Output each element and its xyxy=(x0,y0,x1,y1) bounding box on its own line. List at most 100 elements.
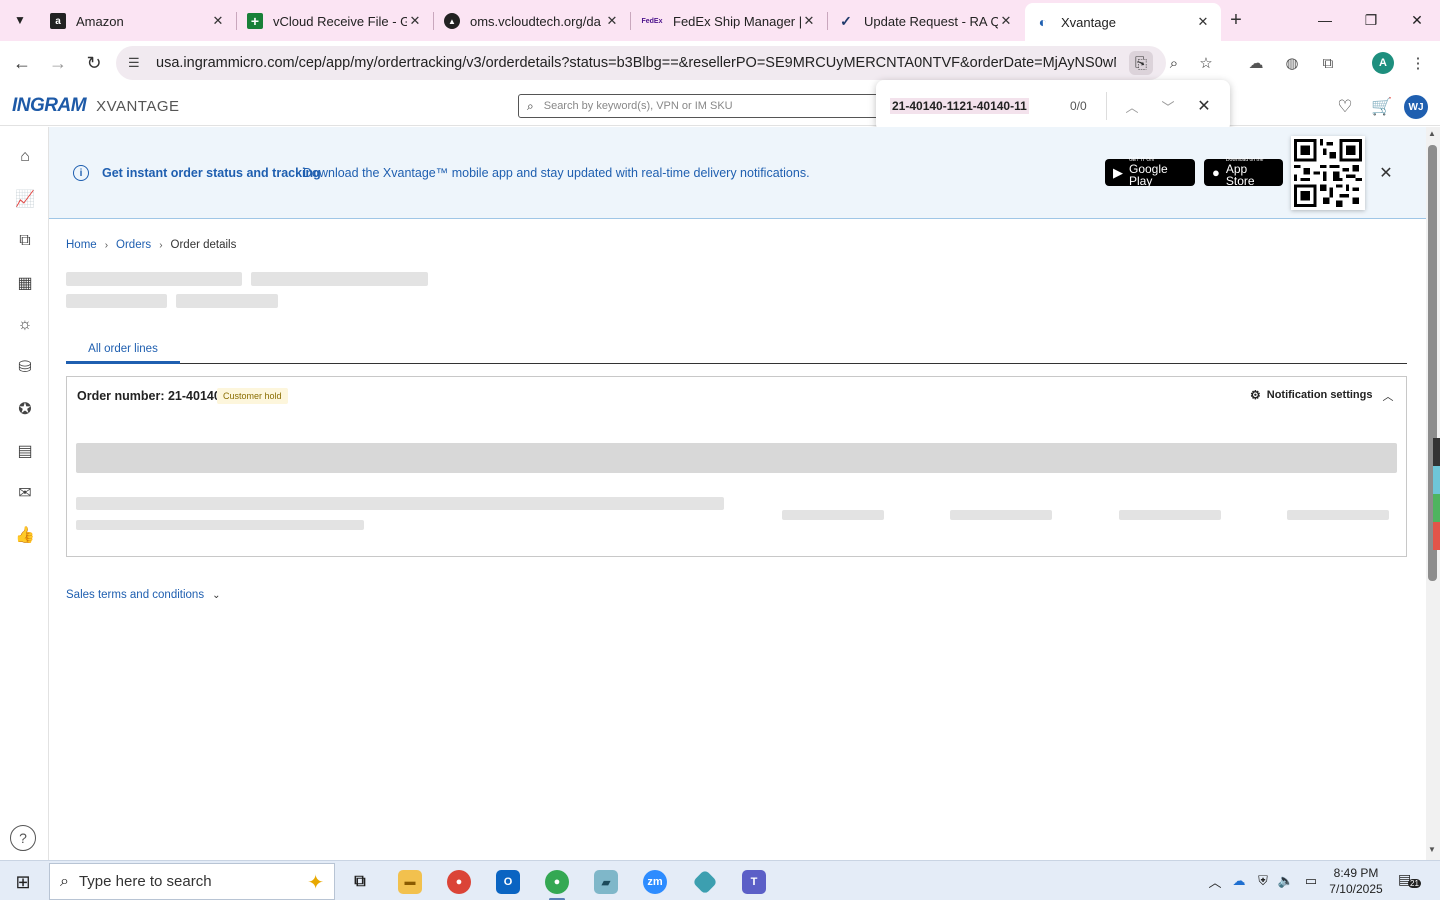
notification-center-icon[interactable]: ▤ 21 xyxy=(1398,871,1421,891)
windows-start-icon[interactable]: ⊞ xyxy=(12,871,34,893)
inbox-icon[interactable]: ✉ xyxy=(13,481,37,505)
google-play-badge[interactable]: ▶ GET IT ON Google Play xyxy=(1105,158,1195,187)
minimize-window-icon[interactable]: — xyxy=(1302,6,1348,34)
loading-skeleton xyxy=(176,294,278,308)
analytics-chart-icon[interactable]: 📈 xyxy=(13,187,37,211)
forward-arrow-icon[interactable]: → xyxy=(44,49,72,77)
outlook-icon[interactable]: O xyxy=(491,865,525,899)
browser-toolbar: ← → ↻ ☰ usa.ingrammicro.com/cep/app/my/o… xyxy=(0,41,1440,86)
loading-skeleton xyxy=(76,520,364,530)
tab-title: Amazon xyxy=(76,13,124,29)
browser-tab-oms[interactable]: ▲ oms.vcloudtech.org/da ✕ xyxy=(434,6,630,36)
url-text[interactable]: usa.ingrammicro.com/cep/app/my/ordertrac… xyxy=(156,55,1116,71)
reload-icon[interactable]: ↻ xyxy=(80,49,108,77)
loading-skeleton xyxy=(782,510,884,520)
task-view-icon[interactable]: ⧉ xyxy=(343,865,377,899)
taskbar-search-input[interactable]: ⌕ Type here to search ✦ xyxy=(49,863,335,900)
orders-grid-icon[interactable]: ▦ xyxy=(13,271,37,295)
browser-tab-fedex[interactable]: FedEx FedEx Ship Manager | C ✕ xyxy=(631,6,827,36)
app-icon[interactable]: ▰ xyxy=(589,865,623,899)
find-in-page-icon[interactable]: ⎘ xyxy=(1129,51,1153,75)
sales-terms-toggle[interactable]: Sales terms and conditions ⌄ xyxy=(66,589,220,601)
extension-globe-icon[interactable]: ◍ xyxy=(1280,51,1304,75)
close-tab-icon[interactable]: ✕ xyxy=(801,13,817,29)
xvantage-icon: ◐ xyxy=(1038,14,1048,30)
browser-tab-amazon[interactable]: a Amazon ✕ xyxy=(40,6,236,36)
user-avatar[interactable]: WJ xyxy=(1404,95,1428,119)
favorites-heart-icon[interactable]: ♡ xyxy=(1334,96,1356,118)
breadcrumb-home[interactable]: Home xyxy=(66,239,97,251)
browser-tab-vcloud[interactable]: + vCloud Receive File - Go ✕ xyxy=(237,6,433,36)
onedrive-icon[interactable]: ☁ xyxy=(1230,872,1248,890)
loading-skeleton xyxy=(251,272,428,286)
address-bar[interactable]: ☰ usa.ingrammicro.com/cep/app/my/ordertr… xyxy=(116,46,1166,80)
chrome-icon[interactable]: ● xyxy=(442,865,476,899)
close-tab-icon[interactable]: ✕ xyxy=(998,13,1014,29)
breadcrumb-orders[interactable]: Orders xyxy=(116,239,151,251)
zoom-icon[interactable]: ⌕ xyxy=(1162,51,1186,75)
chrome-profile-icon[interactable]: ● xyxy=(540,865,574,900)
scroll-down-icon[interactable]: ▼ xyxy=(1428,845,1436,854)
find-previous-icon[interactable]: ︿ xyxy=(1120,94,1144,118)
close-window-icon[interactable]: ✕ xyxy=(1394,6,1440,34)
browser-tab-update-request[interactable]: ✓ Update Request - RA Q ✕ xyxy=(828,6,1024,36)
extension-cloud-icon[interactable]: ☁ xyxy=(1244,51,1268,75)
site-search-input[interactable]: ⌕ Search by keyword(s), VPN or IM SKU xyxy=(518,94,888,118)
home-icon[interactable]: ⌂ xyxy=(13,145,37,169)
catalog-icon[interactable]: ⧉ xyxy=(13,229,37,253)
find-next-icon[interactable]: ﹀ xyxy=(1156,94,1180,118)
rewards-badge-icon[interactable]: ✪ xyxy=(13,397,37,421)
app-store-badge[interactable]: ● Download on the App Store xyxy=(1204,158,1283,187)
new-tab-icon[interactable]: + xyxy=(1224,8,1248,32)
find-query-input[interactable]: 21-40140-1121-40140-11 xyxy=(890,98,1029,114)
teams-icon[interactable]: T xyxy=(737,865,771,899)
close-tab-icon[interactable]: ✕ xyxy=(407,13,423,29)
scroll-up-icon[interactable]: ▲ xyxy=(1428,129,1436,138)
chevron-right-icon: › xyxy=(159,239,163,251)
chevron-up-icon[interactable]: ︿ xyxy=(1379,387,1397,405)
find-close-icon[interactable]: ✕ xyxy=(1192,94,1216,118)
file-explorer-icon[interactable]: ▬ xyxy=(393,865,427,899)
banner-close-icon[interactable]: ✕ xyxy=(1376,163,1396,183)
page-scrollbar[interactable]: ▲ ▼ xyxy=(1426,127,1440,860)
tab-search-dropdown-icon[interactable]: ▼ xyxy=(8,8,32,32)
ingram-xvantage-logo[interactable]: INGRAM XVANTAGE xyxy=(12,95,180,117)
tab-title: FedEx Ship Manager | C xyxy=(673,13,801,29)
notification-settings-button[interactable]: ⚙ Notification settings xyxy=(1250,388,1373,402)
extensions-puzzle-icon[interactable]: ⧉ xyxy=(1316,51,1340,75)
status-badge: Customer hold xyxy=(217,388,288,404)
bookmark-star-icon[interactable]: ☆ xyxy=(1194,51,1218,75)
find-match-count: 0/0 xyxy=(1070,99,1087,113)
restore-window-icon[interactable]: ❐ xyxy=(1348,6,1394,34)
feedback-thumbs-up-icon[interactable]: 👍 xyxy=(13,523,37,547)
chevron-down-icon: ⌄ xyxy=(212,589,221,601)
services-icon[interactable]: ⛁ xyxy=(13,355,37,379)
update-request-icon: ✓ xyxy=(840,12,852,29)
browser-tab-xvantage[interactable]: ◐ Xvantage ✕ xyxy=(1025,3,1221,41)
app-diamond-icon[interactable] xyxy=(688,865,722,899)
loading-skeleton xyxy=(1119,510,1221,520)
cart-icon[interactable]: 🛒 xyxy=(1371,96,1393,118)
help-icon[interactable]: ? xyxy=(10,825,36,851)
tab-all-order-lines[interactable]: All order lines xyxy=(66,336,180,364)
order-tabs: All order lines xyxy=(66,336,1407,364)
banner-text: Download the Xvantage™ mobile app and st… xyxy=(303,166,810,180)
site-info-icon[interactable]: ☰ xyxy=(128,55,146,71)
zoom-icon[interactable]: zm xyxy=(638,865,672,899)
network-icon[interactable]: ▭ xyxy=(1302,872,1320,890)
back-arrow-icon[interactable]: ← xyxy=(8,49,36,77)
insights-lightbulb-icon[interactable]: ☼ xyxy=(13,313,37,337)
scroll-marker xyxy=(1433,438,1440,466)
profile-avatar[interactable]: A xyxy=(1372,52,1394,74)
browser-menu-icon[interactable]: ⋮ xyxy=(1406,51,1430,75)
show-hidden-icons-icon[interactable]: ︿ xyxy=(1206,872,1224,890)
security-icon[interactable]: ⛨ xyxy=(1254,872,1272,890)
close-tab-icon[interactable]: ✕ xyxy=(604,13,620,29)
tab-title: Xvantage xyxy=(1061,14,1116,30)
volume-icon[interactable]: 🔈 xyxy=(1277,872,1295,890)
find-in-page-bar: 21-40140-1121-40140-11 0/0 ︿ ﹀ ✕ xyxy=(876,80,1230,132)
close-tab-icon[interactable]: ✕ xyxy=(1195,14,1211,30)
calendar-icon[interactable]: ▤ xyxy=(13,439,37,463)
close-tab-icon[interactable]: ✕ xyxy=(210,13,226,29)
system-clock[interactable]: 8:49 PM 7/10/2025 xyxy=(1326,865,1386,897)
